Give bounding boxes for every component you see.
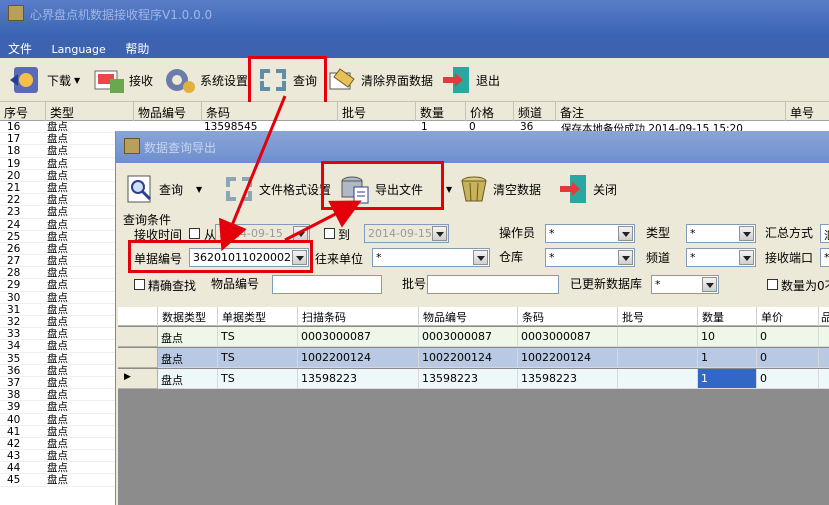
arrow-to-export xyxy=(284,200,362,242)
annotation-arrows xyxy=(218,95,362,252)
arrow-to-doc-no xyxy=(218,95,287,252)
